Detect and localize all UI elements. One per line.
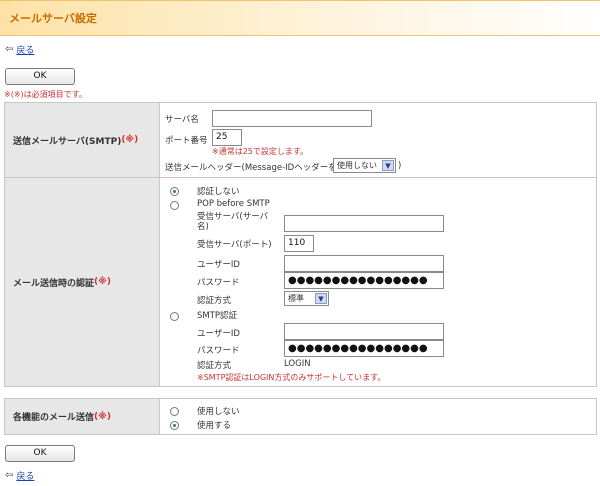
feature-mail-required-mark: (※) [94,411,111,422]
smtp-user-input[interactable] [284,323,444,340]
pop-method-label: 認証方式 [197,296,232,306]
auth-smtp-label: SMTP認証 [197,311,238,321]
server-name-input[interactable] [212,110,372,127]
port-input[interactable]: 25 [212,129,242,146]
smtp-user-label: ユーザーID [197,329,240,339]
smtp-required-mark: (※) [121,135,139,145]
port-label: ポート番号 [165,136,208,146]
auth-none-label: 認証しない [197,187,240,197]
pop-method-select[interactable]: 標準 ▼ [284,291,329,306]
ok-button-top[interactable]: OK [5,68,75,85]
pop-user-label: ユーザーID [197,260,240,270]
auth-smtp-radio[interactable] [170,312,179,321]
server-name-label: サーバ名 [165,115,199,125]
smtp-method-value: LOGIN [284,359,311,369]
header-label-prefix: 送信メールヘッダー(Message-IDヘッダーを [165,163,337,173]
arrow-left-icon: ⇦ [5,469,14,481]
feature-mail-label: 各機能のメール送信 [13,413,95,423]
auth-required-mark: (※) [94,277,111,287]
smtp-auth-note: ※SMTP認証はLOGIN方式のみサポートしています。 [197,373,386,382]
feature-mail-on-label: 使用する [197,421,232,431]
pop-user-input[interactable] [284,255,444,272]
port-note: ※通常は25で設定します。 [212,147,309,156]
back-link-label[interactable]: 戻る [16,469,34,482]
chevron-down-icon: ▼ [315,293,327,304]
message-id-header-select[interactable]: 使用しない ▼ [333,158,396,173]
feature-mail-off-radio[interactable] [170,407,179,416]
header-label-suffix: ) [398,161,402,171]
feature-mail-on-radio[interactable] [170,421,179,430]
page-title: メールサーバ設定 [9,12,97,25]
back-link-top[interactable]: ⇦ 戻る [5,43,34,56]
auth-pop-radio[interactable] [170,201,179,210]
auth-label-cell: メール送信時の認証 (※) [4,177,160,387]
pop-password-input[interactable]: ●●●●●●●●●●●●●●●● [284,272,444,289]
auth-pop-label: POP before SMTP [197,199,270,209]
pop-server-label: 受信サーバ(サーバ名) [197,212,269,232]
back-link-bottom[interactable]: ⇦ 戻る [5,469,34,482]
feature-mail-off-label: 使用しない [197,407,240,417]
auth-label: メール送信時の認証 [13,278,95,289]
smtp-password-label: パスワード [197,346,240,356]
pop-port-input[interactable]: 110 [284,235,314,252]
pop-server-input[interactable] [284,215,444,232]
auth-none-radio[interactable] [170,187,179,196]
back-link-label[interactable]: 戻る [16,43,34,56]
smtp-label-cell: 送信メールサーバ(SMTP) (※) [4,102,160,178]
pop-port-label: 受信サーバ(ポート) [197,240,272,250]
chevron-down-icon: ▼ [382,160,394,171]
arrow-left-icon: ⇦ [5,43,14,55]
pop-password-label: パスワード [197,278,240,288]
smtp-method-label: 認証方式 [197,361,232,371]
required-note: ※(※)は必須項目です。 [4,90,87,99]
smtp-password-input[interactable]: ●●●●●●●●●●●●●●●● [284,340,444,357]
pop-method-value: 標準 [288,294,304,303]
message-id-header-value: 使用しない [337,161,377,170]
ok-button-bottom[interactable]: OK [5,445,75,462]
feature-mail-label-cell: 各機能のメール送信 (※) [4,398,160,435]
smtp-label: 送信メールサーバ(SMTP) [13,136,122,147]
